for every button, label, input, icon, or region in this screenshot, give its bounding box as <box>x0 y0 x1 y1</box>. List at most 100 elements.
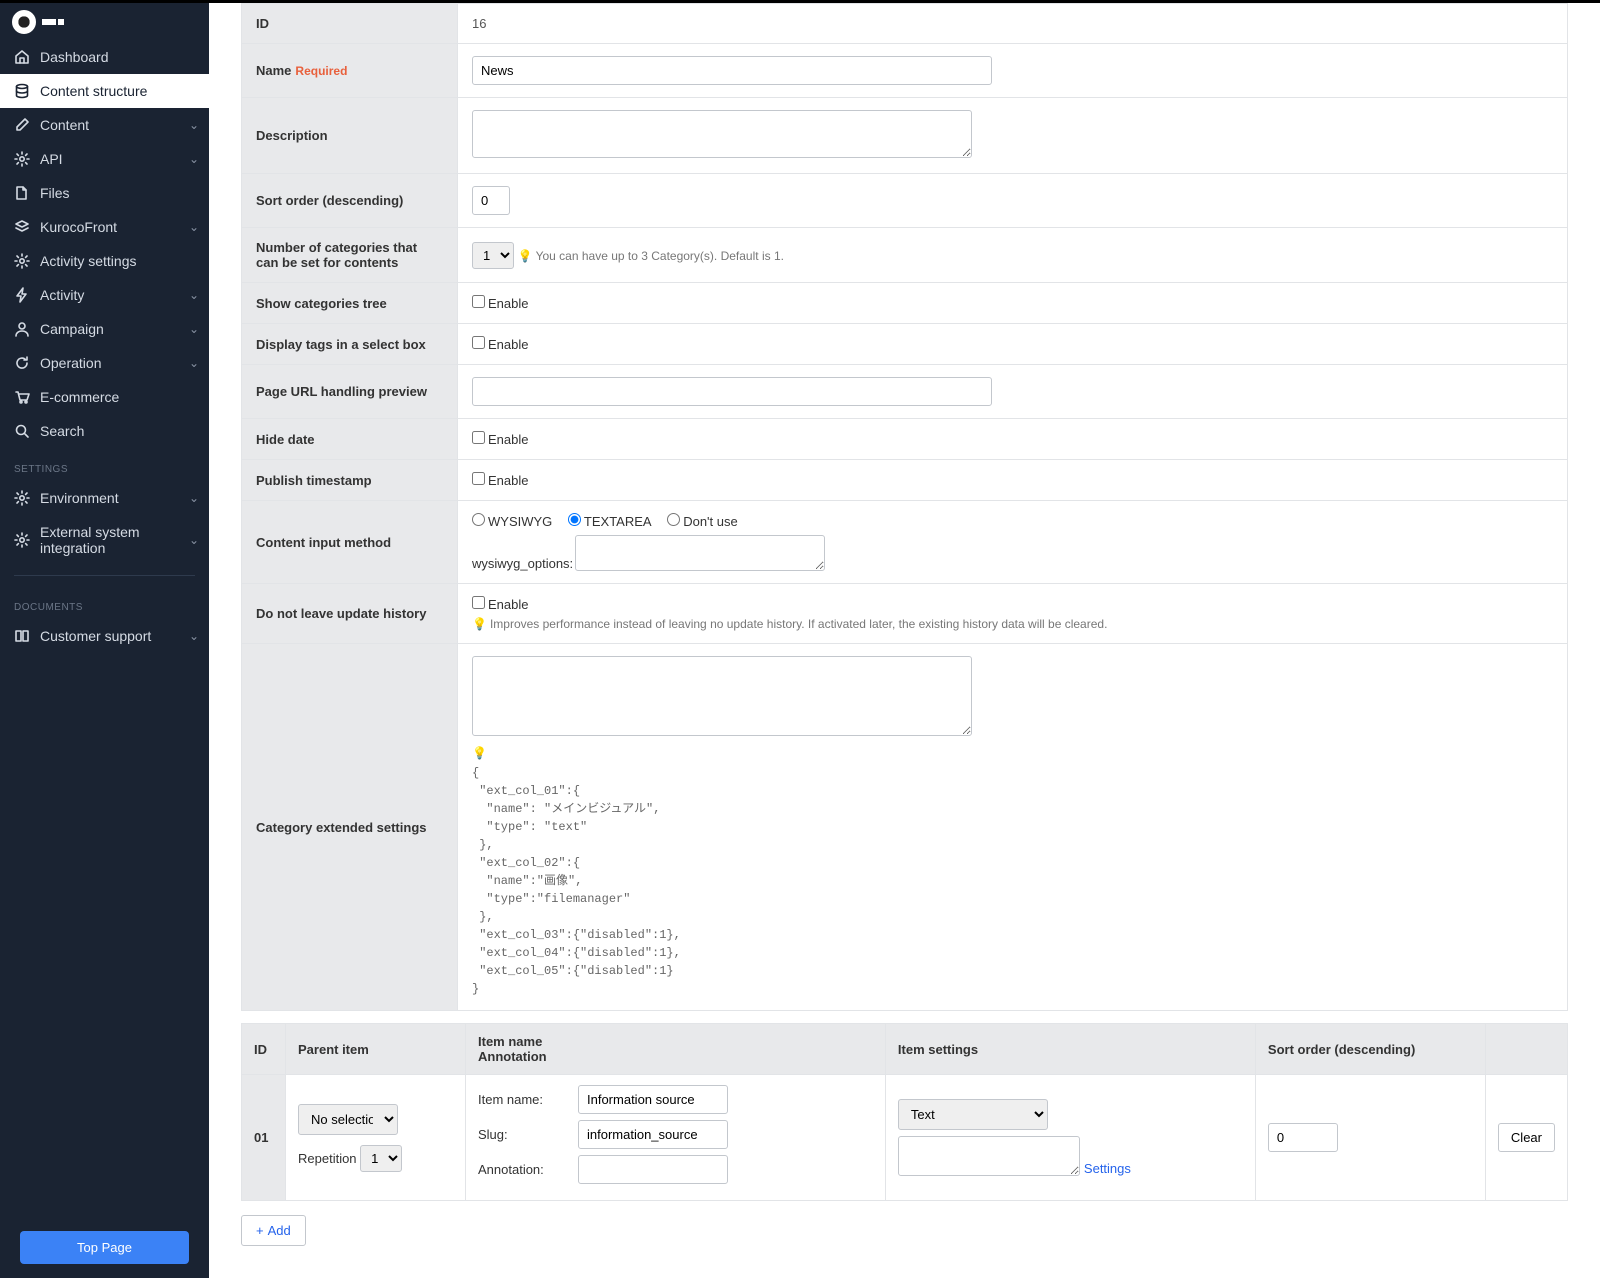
items-table: ID Parent item Item name Annotation Item… <box>241 1023 1568 1201</box>
sidebar-item-label: Search <box>40 423 84 439</box>
repetition-select[interactable]: 1 <box>360 1145 402 1172</box>
sidebar-item-label: KurocoFront <box>40 219 117 235</box>
label-cat-ext: Category extended settings <box>242 644 458 1011</box>
chevron-down-icon: ⌄ <box>189 533 199 547</box>
chevron-down-icon: ⌄ <box>189 220 199 234</box>
main-content: ID 16 NameRequired Description Sort orde… <box>209 0 1600 1278</box>
slug-input[interactable] <box>578 1120 728 1149</box>
pub-ts-checkbox[interactable] <box>472 472 485 485</box>
label-cat-num: Number of categories that can be set for… <box>242 228 458 283</box>
description-textarea[interactable] <box>472 110 972 158</box>
label-id: ID <box>242 4 458 44</box>
sidebar-item-label: API <box>40 151 63 167</box>
plus-icon: + <box>256 1223 264 1238</box>
label-input-method: Content input method <box>242 501 458 584</box>
search-icon <box>14 423 30 439</box>
row-sort-input[interactable] <box>1268 1123 1338 1152</box>
sidebar-item-campaign[interactable]: Campaign ⌄ <box>0 312 209 346</box>
label-url: Page URL handling preview <box>242 365 458 419</box>
sidebar: DashboardContent structureContent⌄API⌄Fi… <box>0 0 209 1278</box>
chevron-down-icon: ⌄ <box>189 629 199 643</box>
sidebar-item-customer-support[interactable]: Customer support ⌄ <box>0 619 209 653</box>
gear-icon <box>14 151 30 167</box>
add-button[interactable]: +Add <box>241 1215 306 1246</box>
settings-link[interactable]: Settings <box>1084 1161 1131 1176</box>
file-icon <box>14 185 30 201</box>
label-no-history: Do not leave update history <box>242 584 458 644</box>
sidebar-item-dashboard[interactable]: Dashboard <box>0 40 209 74</box>
sidebar-item-activity[interactable]: Activity⌄ <box>0 278 209 312</box>
sidebar-item-kurocofront[interactable]: KurocoFront ⌄ <box>0 210 209 244</box>
sidebar-item-e-commerce[interactable]: E-commerce <box>0 380 209 414</box>
item-settings-textarea[interactable] <box>898 1136 1080 1176</box>
sidebar-item-label: Content <box>40 117 89 133</box>
sidebar-item-operation[interactable]: Operation⌄ <box>0 346 209 380</box>
sidebar-item-files[interactable]: Files <box>0 176 209 210</box>
sidebar-item-api[interactable]: API ⌄ <box>0 142 209 176</box>
user-icon <box>14 321 30 337</box>
label-show-tree: Show categories tree <box>242 283 458 324</box>
row-id: 01 <box>242 1075 286 1201</box>
clear-button[interactable]: Clear <box>1498 1123 1555 1152</box>
sidebar-item-label: Customer support <box>40 628 151 644</box>
no-history-checkbox[interactable] <box>472 596 485 609</box>
sidebar-footer: Top Page <box>0 1217 209 1278</box>
name-input[interactable] <box>472 56 992 85</box>
chevron-down-icon: ⌄ <box>189 322 199 336</box>
pub-ts-enable: Enable <box>488 473 528 488</box>
nav-divider <box>14 575 195 576</box>
item-name-input[interactable] <box>578 1085 728 1114</box>
sidebar-item-label: E-commerce <box>40 389 119 405</box>
sidebar-item-external-system-integration[interactable]: External system integration⌄ <box>0 515 209 565</box>
sidebar-item-content-structure[interactable]: Content structure <box>0 74 209 108</box>
sidebar-item-activity-settings[interactable]: Activity settings <box>0 244 209 278</box>
top-page-button[interactable]: Top Page <box>20 1231 189 1264</box>
radio-dontuse[interactable] <box>667 513 680 526</box>
radio-dontuse-label[interactable]: Don't use <box>667 514 738 529</box>
sidebar-item-label: Operation <box>40 355 101 371</box>
tags-checkbox[interactable] <box>472 336 485 349</box>
sidebar-item-label: Campaign <box>40 321 104 337</box>
item-name-label: Item name: <box>478 1092 570 1107</box>
parent-select[interactable]: No selection <box>298 1104 398 1135</box>
home-icon <box>14 49 30 65</box>
th-settings: Item settings <box>885 1024 1255 1075</box>
sidebar-item-label: Files <box>40 185 70 201</box>
cat-num-select[interactable]: 1 <box>472 242 514 269</box>
radio-textarea-label[interactable]: TEXTAREA <box>568 514 652 529</box>
th-id: ID <box>242 1024 286 1075</box>
th-sort: Sort order (descending) <box>1255 1024 1485 1075</box>
th-parent: Parent item <box>286 1024 466 1075</box>
hide-date-checkbox[interactable] <box>472 431 485 444</box>
sidebar-item-environment[interactable]: Environment⌄ <box>0 481 209 515</box>
tags-enable: Enable <box>488 337 528 352</box>
sidebar-item-label: External system integration <box>40 524 195 556</box>
no-history-enable: Enable <box>488 597 528 612</box>
label-name: NameRequired <box>242 44 458 98</box>
nav-section-docs: DOCUMENTS <box>0 586 209 619</box>
sidebar-item-label: Dashboard <box>40 49 109 65</box>
refresh-icon <box>14 355 30 371</box>
main-nav: DashboardContent structureContent⌄API⌄Fi… <box>0 40 209 1217</box>
radio-textarea[interactable] <box>568 513 581 526</box>
wys-opt-textarea[interactable] <box>575 535 825 571</box>
annotation-input[interactable] <box>578 1155 728 1184</box>
bulb-icon: 💡 <box>472 617 487 631</box>
cart-icon <box>14 389 30 405</box>
cat-ext-textarea[interactable] <box>472 656 972 736</box>
sidebar-item-content[interactable]: Content⌄ <box>0 108 209 142</box>
show-tree-enable: Enable <box>488 296 528 311</box>
gear-icon <box>14 490 30 506</box>
item-type-select[interactable]: Text <box>898 1099 1048 1130</box>
nav-section-settings: SETTINGS <box>0 448 209 481</box>
annotation-label: Annotation: <box>478 1162 570 1177</box>
chevron-down-icon: ⌄ <box>189 152 199 166</box>
sidebar-item-search[interactable]: Search <box>0 414 209 448</box>
sort-input[interactable] <box>472 186 510 215</box>
show-tree-checkbox[interactable] <box>472 295 485 308</box>
url-input[interactable] <box>472 377 992 406</box>
logo-icon <box>12 10 36 34</box>
label-hide-date: Hide date <box>242 419 458 460</box>
radio-wysiwyg[interactable] <box>472 513 485 526</box>
radio-wysiwyg-label[interactable]: WYSIWYG <box>472 514 552 529</box>
